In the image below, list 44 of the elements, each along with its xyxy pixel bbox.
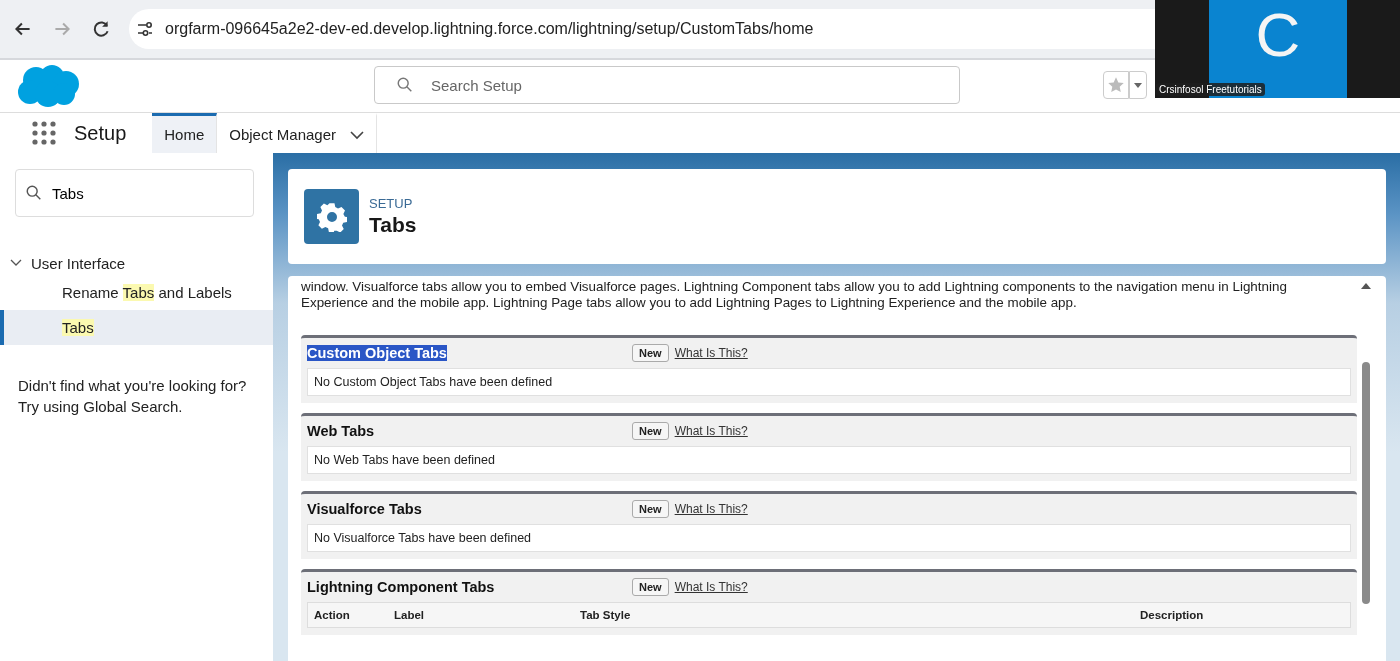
participant-name: Crsinfosol Freetutorials bbox=[1156, 83, 1265, 96]
search-icon bbox=[25, 184, 43, 202]
new-button[interactable]: New bbox=[632, 578, 669, 596]
section-title: Lightning Component Tabs bbox=[307, 579, 495, 595]
page-title: Tabs bbox=[369, 213, 417, 237]
app-name: Setup bbox=[74, 121, 127, 145]
search-field[interactable]: Search Setup bbox=[374, 66, 960, 104]
intro-text: window. Visualforce tabs allow you to embed Visualforce pages. Lightning Component tabs allow you to add Lightning components to the navigation menu in Lightning Experience and the mobile app. Lightning Page tabs allow you to add Lightning Pages to Lightning Experience and the mobile app. bbox=[301, 279, 1288, 311]
tree-label: User Interface bbox=[31, 254, 126, 272]
chevron-down-icon[interactable] bbox=[350, 129, 364, 140]
new-button[interactable]: New bbox=[632, 422, 669, 440]
scroll-up-icon[interactable] bbox=[1361, 282, 1371, 290]
column-header: Action bbox=[314, 609, 351, 621]
section-title: Custom Object Tabs bbox=[307, 345, 447, 361]
scroll-thumb[interactable] bbox=[1362, 362, 1370, 604]
column-header: Label bbox=[394, 609, 426, 621]
section-title: Visualforce Tabs bbox=[307, 501, 422, 517]
cloud-logo bbox=[16, 64, 80, 108]
caret-icon bbox=[1133, 80, 1143, 90]
column-header: Description bbox=[1140, 609, 1205, 621]
tree-item[interactable]: Rename Tabs and Labels bbox=[0, 275, 273, 310]
new-button[interactable]: New bbox=[632, 500, 669, 518]
help-text: Didn't find what you're looking for? Try using Global Search. bbox=[18, 376, 248, 417]
star-icon bbox=[1107, 76, 1125, 94]
nav-tab[interactable]: Home bbox=[152, 113, 218, 153]
app-launcher-icon[interactable] bbox=[32, 121, 56, 145]
help-link[interactable]: What Is This? bbox=[674, 580, 748, 594]
breadcrumb: SETUP bbox=[369, 196, 414, 211]
quick-find-field[interactable]: Tabs bbox=[15, 169, 254, 217]
help-link[interactable]: What Is This? bbox=[674, 502, 748, 516]
help-link[interactable]: What Is This? bbox=[674, 346, 748, 360]
favorites-menu-button[interactable] bbox=[1129, 71, 1147, 99]
gear-icon bbox=[304, 189, 359, 244]
help-link[interactable]: What Is This? bbox=[674, 424, 748, 438]
empty-message: No Web Tabs have been defined bbox=[307, 446, 1351, 474]
empty-message: No Custom Object Tabs have been defined bbox=[307, 368, 1351, 396]
new-button[interactable]: New bbox=[632, 344, 669, 362]
site-settings-icon[interactable] bbox=[135, 19, 155, 39]
column-header: Tab Style bbox=[580, 609, 632, 621]
tree-item[interactable]: Tabs bbox=[0, 310, 273, 345]
tree-node[interactable]: User Interface bbox=[0, 251, 273, 275]
empty-message: No Visualforce Tabs have been defined bbox=[307, 524, 1351, 552]
section-title: Web Tabs bbox=[307, 423, 375, 439]
search-icon bbox=[396, 76, 414, 94]
